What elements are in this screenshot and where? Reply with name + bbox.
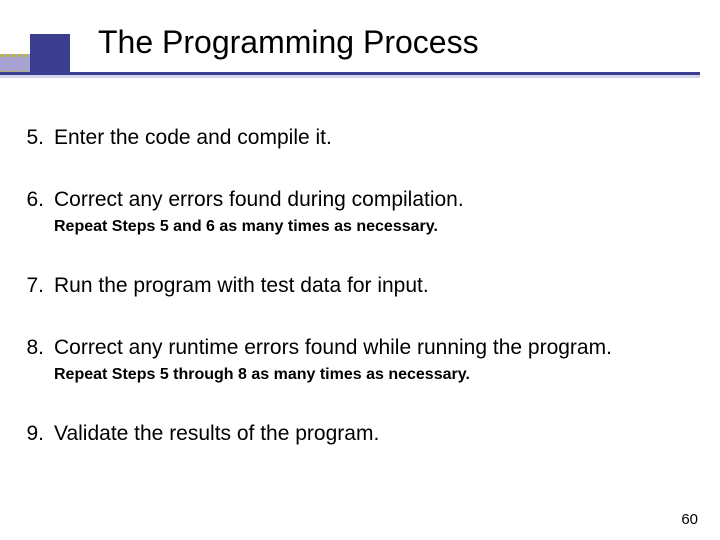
item-text: Correct any errors found during compilat… <box>54 188 708 212</box>
item-text: Run the program with test data for input… <box>54 274 708 298</box>
header-underline-shadow <box>0 75 700 78</box>
item-number: 5. <box>18 126 44 150</box>
slide-content: 5. Enter the code and compile it. 6. Cor… <box>18 126 708 484</box>
header-dots-top <box>0 54 30 57</box>
item-subnote: Repeat Steps 5 and 6 as many times as ne… <box>54 218 708 236</box>
item-text: Enter the code and compile it. <box>54 126 708 150</box>
item-subnote: Repeat Steps 5 through 8 as many times a… <box>54 366 708 384</box>
item-number: 8. <box>18 336 44 360</box>
item-text: Validate the results of the program. <box>54 422 708 446</box>
slide-title: The Programming Process <box>98 24 479 61</box>
item-number: 6. <box>18 188 44 212</box>
list-item: 8. Correct any runtime errors found whil… <box>18 336 708 384</box>
item-number: 9. <box>18 422 44 446</box>
list-item: 6. Correct any errors found during compi… <box>18 188 708 236</box>
header-underline <box>0 72 700 75</box>
list-item: 5. Enter the code and compile it. <box>18 126 708 150</box>
page-number: 60 <box>681 511 698 528</box>
slide-header: The Programming Process <box>0 0 720 95</box>
item-number: 7. <box>18 274 44 298</box>
header-square-icon <box>30 34 70 74</box>
list-item: 9. Validate the results of the program. <box>18 422 708 446</box>
list-item: 7. Run the program with test data for in… <box>18 274 708 298</box>
item-text: Correct any runtime errors found while r… <box>54 336 708 360</box>
